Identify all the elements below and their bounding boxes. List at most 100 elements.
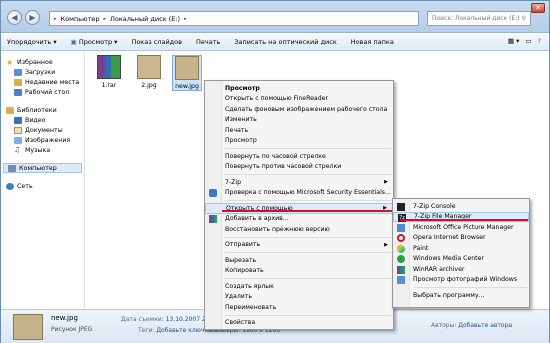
file-item-selected[interactable]: new.jpg bbox=[172, 55, 202, 91]
media-center-icon bbox=[397, 255, 405, 263]
chevron-down-icon: ▾ bbox=[114, 38, 118, 46]
menu-item-security-scan[interactable]: Проверка с помощью Microsoft Security Es… bbox=[205, 188, 393, 199]
submenu-item-7zip-console[interactable]: 7-Zip Console bbox=[393, 201, 529, 212]
menu-item-properties[interactable]: Свойства bbox=[205, 318, 393, 329]
submenu-item-media-center[interactable]: Windows Media Center bbox=[393, 254, 529, 265]
menu-item-rotate-cw[interactable]: Повернуть по часовой стрелке bbox=[205, 151, 393, 162]
menu-item-view[interactable]: Просмотр bbox=[205, 136, 393, 147]
search-icon: ⚲ bbox=[521, 15, 526, 22]
address-bar[interactable]: ▸ Компьютер ▸ Локальный диск (E:) ▸ bbox=[49, 11, 419, 26]
nav-network[interactable]: Сеть bbox=[1, 181, 84, 191]
organize-button[interactable]: Упорядочить ▾ bbox=[7, 38, 57, 46]
photo-viewer-icon bbox=[397, 276, 405, 284]
menu-item-set-wallpaper[interactable]: Сделать фоновым изображением рабочего ст… bbox=[205, 104, 393, 115]
menu-item-label: Просмотр bbox=[225, 84, 260, 92]
nav-music[interactable]: ♫ Музыка bbox=[1, 145, 84, 155]
submenu-arrow-icon: ▶ bbox=[384, 179, 388, 186]
nav-music-label: Музыка bbox=[25, 146, 51, 154]
preview-button[interactable]: ▣ Просмотр ▾ bbox=[71, 38, 118, 46]
menu-item-rename[interactable]: Переименовать bbox=[205, 302, 393, 313]
menu-item-label: Копировать bbox=[225, 267, 264, 275]
submenu-item-picture-manager[interactable]: Microsoft Office Picture Manager bbox=[393, 222, 529, 233]
menu-item-print[interactable]: Печать bbox=[205, 125, 393, 136]
chevron-right-icon: ▸ bbox=[103, 15, 106, 22]
print-button[interactable]: Печать bbox=[196, 38, 220, 46]
7zip-console-icon bbox=[397, 202, 405, 211]
submenu-item-opera[interactable]: Opera Internet Browser bbox=[393, 233, 529, 244]
star-icon: ★ bbox=[6, 57, 14, 67]
chevron-right-icon: ▸ bbox=[184, 15, 187, 22]
music-icon: ♫ bbox=[14, 145, 21, 154]
details-author[interactable]: Авторы: Добавьте автора bbox=[431, 322, 512, 329]
menu-item-label: 7-Zip bbox=[225, 178, 242, 186]
menu-item-7zip[interactable]: 7-Zip ▶ bbox=[205, 177, 393, 188]
burn-button[interactable]: Записать на оптический диск bbox=[234, 38, 336, 46]
menu-item-cut[interactable]: Вырезать bbox=[205, 255, 393, 266]
menu-item-label: Paint bbox=[413, 244, 429, 252]
menu-item-copy[interactable]: Копировать bbox=[205, 266, 393, 277]
menu-item-delete[interactable]: Удалить bbox=[205, 292, 393, 303]
close-button[interactable]: ✕ bbox=[531, 3, 545, 13]
menu-item-edit[interactable]: Изменить bbox=[205, 115, 393, 126]
nav-desktop[interactable]: Рабочий стол bbox=[1, 87, 84, 97]
menu-item-restore-version[interactable]: Восстановить прежнюю версию bbox=[205, 224, 393, 235]
menu-item-label: Повернуть по часовой стрелке bbox=[225, 152, 326, 160]
submenu-item-paint[interactable]: Paint bbox=[393, 243, 529, 254]
menu-item-create-shortcut[interactable]: Создать ярлык bbox=[205, 281, 393, 292]
computer-icon bbox=[8, 164, 16, 172]
new-folder-button[interactable]: Новая папка bbox=[351, 38, 394, 46]
forward-button[interactable]: ▶ bbox=[25, 10, 40, 25]
nav-network-label: Сеть bbox=[17, 182, 33, 190]
menu-item-add-to-archive[interactable]: Добавить в архив... bbox=[205, 214, 393, 225]
chevron-down-icon: ▾ bbox=[53, 38, 57, 46]
menu-item-rotate-ccw[interactable]: Повернуть против часовой стрелки bbox=[205, 162, 393, 173]
paint-icon bbox=[397, 244, 405, 253]
slideshow-button[interactable]: Показ слайдов bbox=[131, 38, 182, 46]
nav-recent[interactable]: Недавние места bbox=[1, 77, 84, 87]
search-input[interactable]: Поиск: Локальный диск (E:) ⚲ bbox=[427, 11, 531, 26]
documents-icon bbox=[14, 126, 22, 134]
menu-item-label: Удалить bbox=[225, 293, 253, 301]
back-button[interactable]: ◀ bbox=[7, 10, 22, 25]
menu-item-open-with[interactable]: Открыть с помощью ▶ bbox=[205, 203, 393, 214]
help-icon[interactable]: ? bbox=[538, 37, 541, 45]
nav-video[interactable]: Видео bbox=[1, 115, 84, 125]
menu-separator bbox=[225, 236, 391, 238]
file-item[interactable]: 1.rar bbox=[94, 55, 124, 89]
menu-item-preview[interactable]: Просмотр bbox=[205, 83, 393, 94]
submenu-item-photo-viewer[interactable]: Просмотр фотографий Windows bbox=[393, 275, 529, 286]
desktop-icon bbox=[14, 88, 22, 96]
author-value[interactable]: Добавьте автора bbox=[458, 322, 512, 329]
menu-item-label: Открыть с помощью FineReader bbox=[225, 95, 328, 103]
nav-favorites-label: Избранное bbox=[17, 58, 53, 66]
menu-item-label: Сделать фоновым изображением рабочего ст… bbox=[225, 105, 388, 113]
submenu-item-winrar[interactable]: WinRAR archiver bbox=[393, 264, 529, 275]
menu-item-label: Изменить bbox=[225, 116, 257, 124]
menu-item-send-to[interactable]: Отправить ▶ bbox=[205, 240, 393, 251]
open-with-submenu: 7-Zip Console 7z 7-Zip File Manager Micro… bbox=[392, 198, 530, 308]
navigation-pane: ★ Избранное Загрузки Недавние места Рабоч… bbox=[1, 52, 85, 308]
view-options-icon[interactable]: ▦ ▾ bbox=[508, 37, 519, 45]
nav-recent-label: Недавние места bbox=[25, 78, 80, 86]
menu-item-open-finereader[interactable]: Открыть с помощью FineReader bbox=[205, 94, 393, 105]
file-name: new.jpg bbox=[175, 83, 199, 90]
author-label: Авторы: bbox=[431, 322, 457, 329]
menu-separator bbox=[225, 174, 391, 175]
submenu-item-choose-program[interactable]: Выбрать программу... bbox=[393, 290, 529, 301]
nav-libraries[interactable]: Библиотеки bbox=[1, 105, 84, 115]
folder-icon: ▸ bbox=[54, 15, 57, 22]
menu-item-label: Просмотр фотографий Windows bbox=[413, 276, 518, 284]
nav-downloads[interactable]: Загрузки bbox=[1, 67, 84, 77]
breadcrumb-computer[interactable]: Компьютер bbox=[61, 15, 100, 23]
recent-places-icon bbox=[14, 78, 22, 86]
search-placeholder: Поиск: Локальный диск (E:) bbox=[432, 15, 520, 22]
breadcrumb-disk[interactable]: Локальный диск (E:) bbox=[110, 15, 180, 23]
file-item[interactable]: 2.jpg bbox=[134, 55, 164, 89]
preview-pane-icon[interactable]: ▭ bbox=[525, 37, 531, 45]
nav-documents[interactable]: Документы bbox=[1, 125, 84, 135]
nav-images[interactable]: Изображения bbox=[1, 135, 84, 145]
menu-separator bbox=[225, 314, 391, 316]
nav-computer[interactable]: Компьютер bbox=[3, 163, 82, 173]
nav-desktop-label: Рабочий стол bbox=[25, 88, 70, 96]
nav-favorites[interactable]: ★ Избранное bbox=[1, 57, 84, 67]
